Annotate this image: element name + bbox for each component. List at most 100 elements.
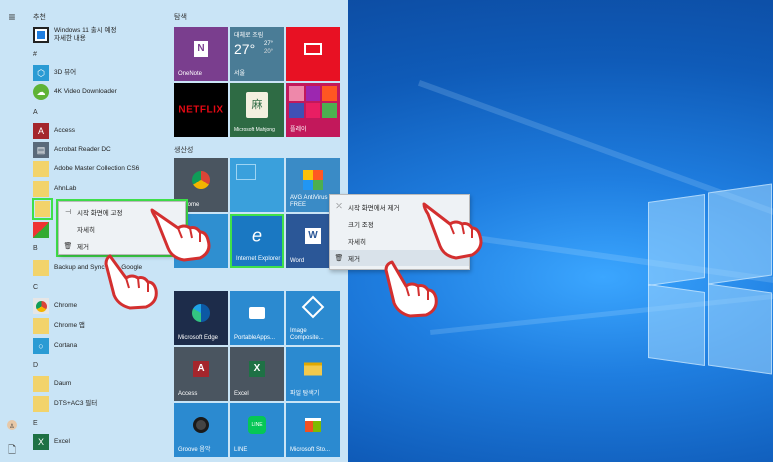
recommended-subtitle: 자세한 내용 bbox=[54, 35, 86, 42]
app-label: Chrome 앱 bbox=[54, 322, 85, 329]
folder-icon bbox=[33, 318, 49, 334]
app-label: Cortana bbox=[54, 342, 78, 349]
windows-icon bbox=[33, 27, 49, 43]
recommended-item[interactable]: Windows 11 출시 예정 자세한 내용 bbox=[33, 25, 173, 45]
app-label: DTS+AC3 필터 bbox=[54, 400, 98, 407]
pin-icon: ⊣ bbox=[64, 209, 72, 216]
app-4k-video-downloader[interactable]: ☁ 4K Video Downloader bbox=[33, 83, 173, 101]
folder-icon bbox=[33, 161, 49, 177]
windows-logo-pane bbox=[648, 193, 705, 287]
app-excel[interactable]: X Excel bbox=[33, 433, 173, 451]
tile-mahjong[interactable]: 麻 Microsoft Mahjong bbox=[230, 83, 284, 137]
menu-item-label: 자세히 bbox=[348, 239, 366, 246]
app-chrome-apps[interactable]: Chrome 앱 bbox=[33, 317, 173, 335]
app-3d-viewer[interactable]: ⬡ 3D 뷰어 bbox=[33, 64, 173, 82]
windows-logo-pane bbox=[708, 183, 772, 285]
app-icon bbox=[305, 103, 321, 118]
app-icon bbox=[305, 86, 321, 101]
tile-weather[interactable]: 대체로 조림 27° 27° 20° 서울 bbox=[230, 27, 284, 81]
app-cortana[interactable]: ○ Cortana bbox=[33, 337, 173, 355]
access-icon: A bbox=[33, 123, 49, 139]
section-letter: E bbox=[33, 420, 38, 427]
groove-icon bbox=[193, 416, 209, 433]
app-label: 3D 뷰어 bbox=[54, 69, 77, 76]
cube-icon bbox=[301, 295, 325, 319]
recommended-heading: 추천 bbox=[33, 14, 46, 21]
word-icon: W bbox=[305, 227, 321, 244]
mail-icon bbox=[236, 164, 256, 180]
tile-group-heading: 탐색 bbox=[174, 14, 187, 21]
tile-play[interactable]: 플레이 bbox=[286, 83, 340, 137]
tile-access[interactable]: A Access bbox=[174, 347, 228, 401]
menu-item-label: 시작 화면에 고정 bbox=[77, 210, 123, 217]
app-daum[interactable]: Daum bbox=[33, 375, 173, 393]
chrome-icon bbox=[192, 170, 210, 189]
user-avatar-icon[interactable]: ♙ bbox=[7, 420, 17, 430]
onenote-icon: N bbox=[194, 40, 208, 57]
avg-icon bbox=[303, 169, 323, 190]
tile-label: Image Composite... bbox=[290, 328, 324, 341]
weather-temp: 27° bbox=[234, 41, 256, 57]
tile-internet-explorer[interactable]: e Internet Explorer bbox=[230, 214, 284, 268]
tile-label: LINE bbox=[234, 447, 248, 453]
portableapps-icon bbox=[249, 306, 265, 319]
menu-item-label: 크기 조정 bbox=[348, 222, 374, 229]
tile-label: 플레이 bbox=[290, 127, 307, 133]
chrome-icon bbox=[33, 298, 49, 314]
windows-logo-pane bbox=[708, 283, 772, 375]
folder-icon bbox=[33, 260, 49, 276]
section-letter: # bbox=[33, 51, 37, 58]
folder-icon bbox=[33, 181, 49, 197]
app-label: 4K Video Downloader bbox=[54, 88, 117, 95]
app-acrobat-reader[interactable]: ▤ Acrobat Reader DC bbox=[33, 141, 173, 159]
tile-label: Microsoft Mahjong bbox=[234, 127, 275, 133]
weather-title: 대체로 조림 bbox=[234, 33, 264, 39]
selected-app-highlight[interactable] bbox=[32, 198, 53, 220]
tile-label: 서울 bbox=[234, 71, 246, 77]
excel-icon: X bbox=[249, 360, 265, 377]
folder-icon bbox=[35, 201, 50, 217]
cortana-icon: ○ bbox=[33, 338, 49, 354]
tile-label: Microsoft Sto... bbox=[290, 447, 331, 453]
trash-icon: 🗑 bbox=[63, 243, 73, 250]
excel-icon: X bbox=[33, 434, 49, 450]
trash-icon: 🗑 bbox=[334, 255, 344, 262]
tile-blue-small[interactable] bbox=[230, 158, 284, 212]
tile-groove[interactable]: Groove 음악 bbox=[174, 403, 228, 457]
cube-icon: ⬡ bbox=[33, 65, 49, 81]
tile-label: PortableApps... bbox=[234, 335, 276, 341]
tile-label: OneNote bbox=[178, 71, 203, 77]
tile-microsoft-edge[interactable]: Microsoft Edge bbox=[174, 291, 228, 345]
pointing-hand-icon bbox=[104, 254, 158, 310]
tile-news[interactable] bbox=[286, 27, 340, 81]
tile-label: Internet Explorer bbox=[236, 256, 281, 262]
play-grid bbox=[289, 86, 337, 118]
folder-icon bbox=[33, 396, 49, 412]
menu-item-label: 제거 bbox=[77, 244, 89, 251]
hamburger-menu-icon[interactable]: ≡ bbox=[5, 10, 19, 24]
tile-excel[interactable]: X Excel bbox=[230, 347, 284, 401]
tile-onenote[interactable]: N OneNote bbox=[174, 27, 228, 81]
store-icon bbox=[305, 417, 321, 432]
tile-portableapps[interactable]: PortableApps... bbox=[230, 291, 284, 345]
download-icon: ☁ bbox=[33, 84, 49, 100]
app-label: Chrome bbox=[54, 302, 78, 309]
app-adobe-master-collection[interactable]: Adobe Master Collection CS6 bbox=[33, 160, 173, 178]
tile-line[interactable]: LINE LINE bbox=[230, 403, 284, 457]
app-access[interactable]: A Access bbox=[33, 122, 173, 140]
menu-item-label: 자세히 bbox=[77, 227, 95, 234]
internet-explorer-icon: e bbox=[251, 225, 263, 246]
tile-image-composite[interactable]: Image Composite... bbox=[286, 291, 340, 345]
tile-microsoft-store[interactable]: Microsoft Sto... bbox=[286, 403, 340, 457]
section-letter: B bbox=[33, 245, 38, 252]
tile-label: 파일 탐색기 bbox=[290, 391, 320, 397]
app-label: AhnLab bbox=[54, 185, 77, 192]
app-label: Adobe Master Collection CS6 bbox=[54, 165, 140, 172]
app-dts-ac3-filter[interactable]: DTS+AC3 필터 bbox=[33, 395, 173, 413]
access-icon: A bbox=[193, 360, 209, 377]
tile-netflix[interactable]: NETFLIX bbox=[174, 83, 228, 137]
document-icon[interactable]: 🗋 bbox=[5, 444, 19, 458]
folder-icon bbox=[33, 376, 49, 392]
app-ahnlab[interactable]: AhnLab bbox=[33, 180, 173, 198]
tile-file-explorer[interactable]: 파일 탐색기 bbox=[286, 347, 340, 401]
